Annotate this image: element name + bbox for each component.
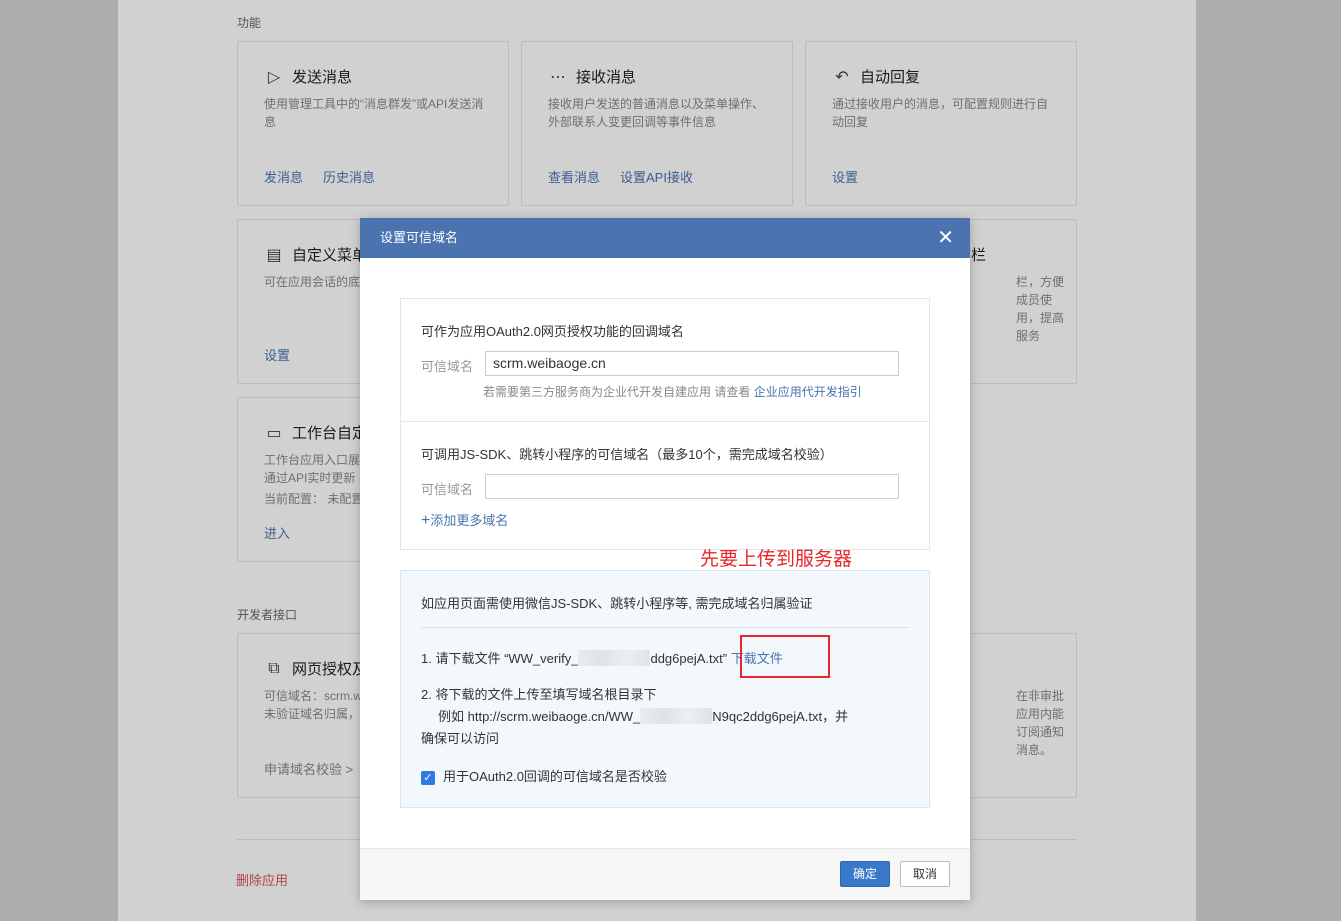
add-more-label: 添加更多域名	[430, 513, 509, 528]
domain-config-box: 可作为应用OAuth2.0网页授权功能的回调域名 可信域名 scrm.weiba…	[400, 298, 930, 550]
confirm-button[interactable]: 确定	[840, 861, 890, 887]
annotation-text: 先要上传到服务器	[700, 549, 853, 570]
step1-suffix: ddg6pejA.txt”	[650, 651, 728, 666]
step2-example-prefix: 例如 http://scrm.weibaoge.cn/WW_	[438, 709, 641, 724]
oauth-field-label: 可信域名	[421, 359, 474, 374]
verify-divider	[421, 627, 909, 628]
redacted-text	[640, 708, 713, 724]
add-more-domain-button[interactable]: +添加更多域名	[421, 510, 508, 530]
close-icon[interactable]: ✕	[937, 218, 954, 258]
dialog-header: 设置可信域名 ✕	[360, 218, 970, 258]
oauth-hint: 若需要第三方服务商为企业代开发自建应用 请查看 企业应用代开发指引	[483, 383, 862, 400]
cancel-button[interactable]: 取消	[900, 861, 950, 887]
oauth-verify-checkbox[interactable]: ✓	[421, 771, 435, 785]
dev-guide-link[interactable]: 企业应用代开发指引	[754, 385, 862, 399]
checkbox-label: 用于OAuth2.0回调的可信域名是否校验	[443, 769, 667, 784]
verify-intro: 如应用页面需使用微信JS-SDK、跳转小程序等, 需完成域名归属验证	[421, 596, 813, 611]
redacted-text	[578, 650, 651, 666]
step-2-line3: 确保可以访问	[421, 731, 500, 746]
oauth-domain-input[interactable]: scrm.weibaoge.cn	[485, 351, 899, 376]
jssdk-field-label: 可信域名	[421, 482, 474, 497]
hint-text: 若需要第三方服务商为企业代开发自建应用 请查看	[483, 385, 751, 399]
step-2-line2: 例如 http://scrm.weibaoge.cn/WW_ N9qc2ddg6p…	[438, 706, 848, 728]
annotation-highlight-box	[740, 635, 830, 678]
step2-example-suffix: N9qc2ddg6pejA.txt，并	[712, 709, 849, 724]
step-2-line1: 2. 将下载的文件上传至填写域名根目录下	[421, 687, 657, 702]
trusted-domain-dialog: 设置可信域名 ✕ 可作为应用OAuth2.0网页授权功能的回调域名 可信域名 s…	[360, 218, 970, 900]
jssdk-domain-input[interactable]	[485, 474, 899, 499]
dialog-footer: 确定 取消	[360, 848, 970, 900]
domain-verify-box: 如应用页面需使用微信JS-SDK、跳转小程序等, 需完成域名归属验证 1. 请下…	[400, 570, 930, 808]
section-divider	[401, 421, 929, 422]
step-1: 1. 请下载文件 “WW_verify_ ddg6pejA.txt” 下载文件	[421, 648, 783, 670]
jssdk-heading: 可调用JS-SDK、跳转小程序的可信域名（最多10个，需完成域名校验）	[421, 447, 833, 462]
step1-prefix: 1. 请下载文件 “WW_verify_	[421, 651, 579, 666]
oauth-heading: 可作为应用OAuth2.0网页授权功能的回调域名	[421, 324, 684, 339]
plus-icon: +	[421, 512, 431, 529]
dialog-title: 设置可信域名	[380, 230, 459, 245]
